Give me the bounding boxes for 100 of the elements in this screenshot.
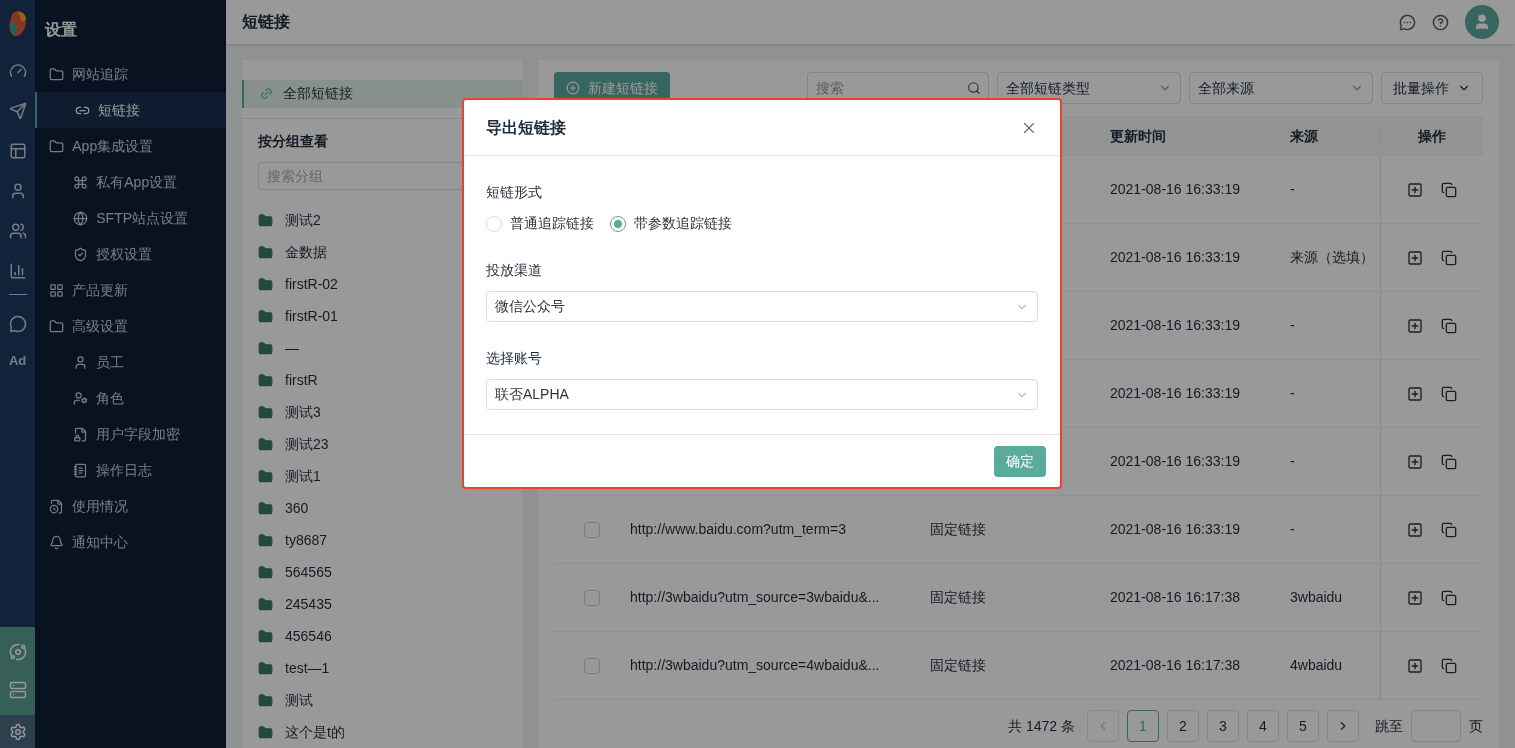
- sidebar-item[interactable]: 高级设置: [35, 308, 226, 344]
- ad-icon[interactable]: Ad: [8, 351, 27, 371]
- row-checkbox[interactable]: [584, 521, 600, 538]
- table-cell-text: 2021-08-16 16:33:19: [1110, 316, 1241, 335]
- edit-icon[interactable]: [1407, 589, 1423, 606]
- group-item[interactable]: 测试1: [242, 460, 522, 492]
- rail-icon[interactable]: [8, 262, 27, 280]
- copy-icon[interactable]: [1441, 453, 1457, 470]
- sidebar-item[interactable]: 授权设置: [35, 236, 226, 272]
- group-item[interactable]: ty8687: [242, 524, 522, 556]
- message-icon[interactable]: [1399, 13, 1416, 31]
- search-icon: [967, 81, 981, 95]
- sidebar-item[interactable]: 短链接: [35, 92, 226, 128]
- select-field[interactable]: 微信公众号: [486, 291, 1038, 322]
- sidebar-item[interactable]: 员工: [35, 344, 226, 380]
- all-links-item[interactable]: 全部短链接: [242, 80, 522, 108]
- row-checkbox[interactable]: [584, 657, 600, 674]
- help-icon[interactable]: [1432, 13, 1449, 31]
- group-item[interactable]: 这个是t的: [242, 716, 522, 748]
- sidebar-item-icon: [49, 534, 65, 550]
- sidebar-item[interactable]: 角色: [35, 380, 226, 416]
- edit-icon[interactable]: [1407, 657, 1423, 674]
- radio-option[interactable]: 普通追踪链接: [486, 213, 594, 234]
- copy-icon[interactable]: [1441, 589, 1457, 606]
- rail-icon[interactable]: [8, 102, 27, 120]
- sidebar-item[interactable]: 产品更新: [35, 272, 226, 308]
- jump-label: 跳至: [1375, 716, 1403, 736]
- sidebar-item[interactable]: SFTP站点设置: [35, 200, 226, 236]
- group-item[interactable]: 360: [242, 492, 522, 524]
- copy-icon[interactable]: [1441, 657, 1457, 674]
- copy-icon[interactable]: [1441, 385, 1457, 402]
- select-field[interactable]: 联否ALPHA: [486, 379, 1038, 410]
- field-label: 投放渠道: [486, 261, 543, 280]
- folder-icon: [258, 276, 273, 292]
- folder-icon: [258, 244, 273, 260]
- sidebar-item[interactable]: 使用情况: [35, 488, 226, 524]
- copy-icon[interactable]: [1441, 249, 1457, 266]
- total-count: 共 1472 条: [1008, 716, 1075, 736]
- source-select[interactable]: 全部来源: [1189, 72, 1373, 104]
- table-cell-text: -: [1290, 520, 1296, 539]
- page-button[interactable]: 3: [1207, 710, 1239, 742]
- user-icon: [1473, 13, 1491, 31]
- folder-icon: [258, 404, 273, 420]
- rail-icon[interactable]: [8, 222, 27, 240]
- server-icon[interactable]: [8, 681, 27, 699]
- sidebar-item-icon: [73, 390, 89, 406]
- group-item[interactable]: test—1: [242, 652, 522, 684]
- edit-icon[interactable]: [1407, 385, 1423, 402]
- sidebar-title: 设置: [43, 20, 79, 40]
- edit-icon[interactable]: [1407, 249, 1423, 266]
- rail-icon[interactable]: [8, 142, 27, 160]
- sidebar-item[interactable]: 用户字段加密: [35, 416, 226, 452]
- sidebar-item[interactable]: 私有App设置: [35, 164, 226, 200]
- column-header: 来源: [1290, 126, 1319, 146]
- folder-icon: [258, 596, 273, 612]
- radio-option[interactable]: 带参数追踪链接: [610, 213, 732, 234]
- copy-icon[interactable]: [1441, 317, 1457, 334]
- sidebar-item[interactable]: App集成设置: [35, 128, 226, 164]
- sidebar-item-icon: [49, 66, 65, 82]
- group-item[interactable]: 测试23: [242, 428, 522, 460]
- sidebar-item-icon: [73, 174, 89, 190]
- row-checkbox[interactable]: [584, 589, 600, 606]
- edit-icon[interactable]: [1407, 181, 1423, 198]
- edit-icon[interactable]: [1407, 453, 1423, 470]
- sidebar-item[interactable]: 操作日志: [35, 452, 226, 488]
- sidebar-item[interactable]: 通知中心: [35, 524, 226, 560]
- folder-icon: [258, 660, 273, 676]
- folder-icon: [258, 532, 273, 548]
- table-cell-text: -: [1290, 384, 1296, 403]
- rail-icon[interactable]: [8, 62, 27, 80]
- page-button[interactable]: 4: [1247, 710, 1279, 742]
- folder-icon: [258, 436, 273, 452]
- sidebar-item-icon: [73, 462, 89, 478]
- table-cell: http://3wbaidu?utm_source=4wbaidu&...: [630, 657, 880, 673]
- table-cell-text: 2021-08-16 16:33:19: [1110, 384, 1241, 403]
- edit-icon[interactable]: [1407, 521, 1423, 538]
- sidebar-item[interactable]: 网站追踪: [35, 56, 226, 92]
- batch-actions-button[interactable]: 批量操作: [1381, 72, 1483, 104]
- settings-icon[interactable]: [8, 722, 27, 741]
- column-header: 操作: [1380, 125, 1483, 147]
- sidebar-item-icon: [73, 246, 89, 262]
- group-item[interactable]: 456546: [242, 620, 522, 652]
- page-button[interactable]: 5: [1287, 710, 1319, 742]
- chat-icon[interactable]: [8, 315, 27, 333]
- table-cell-text: 2021-08-16 16:33:19: [1110, 520, 1241, 539]
- page-button[interactable]: 2: [1167, 710, 1199, 742]
- group-item[interactable]: 564565: [242, 556, 522, 588]
- rail-icon[interactable]: [8, 643, 27, 661]
- table-cell-text: -: [1290, 180, 1296, 199]
- group-item[interactable]: 测试: [242, 684, 522, 716]
- copy-icon[interactable]: [1441, 521, 1457, 538]
- folder-icon: [258, 308, 273, 324]
- edit-icon[interactable]: [1407, 317, 1423, 334]
- copy-icon[interactable]: [1441, 181, 1457, 198]
- group-item[interactable]: 245435: [242, 588, 522, 620]
- table-cell-text: 2021-08-16 16:33:19: [1110, 248, 1241, 267]
- plus-icon: [566, 81, 580, 95]
- column-header: 更新时间: [1110, 126, 1167, 146]
- table-cell: http://www.baidu.com?utm_term=3: [630, 521, 846, 537]
- folder-icon: [258, 692, 273, 708]
